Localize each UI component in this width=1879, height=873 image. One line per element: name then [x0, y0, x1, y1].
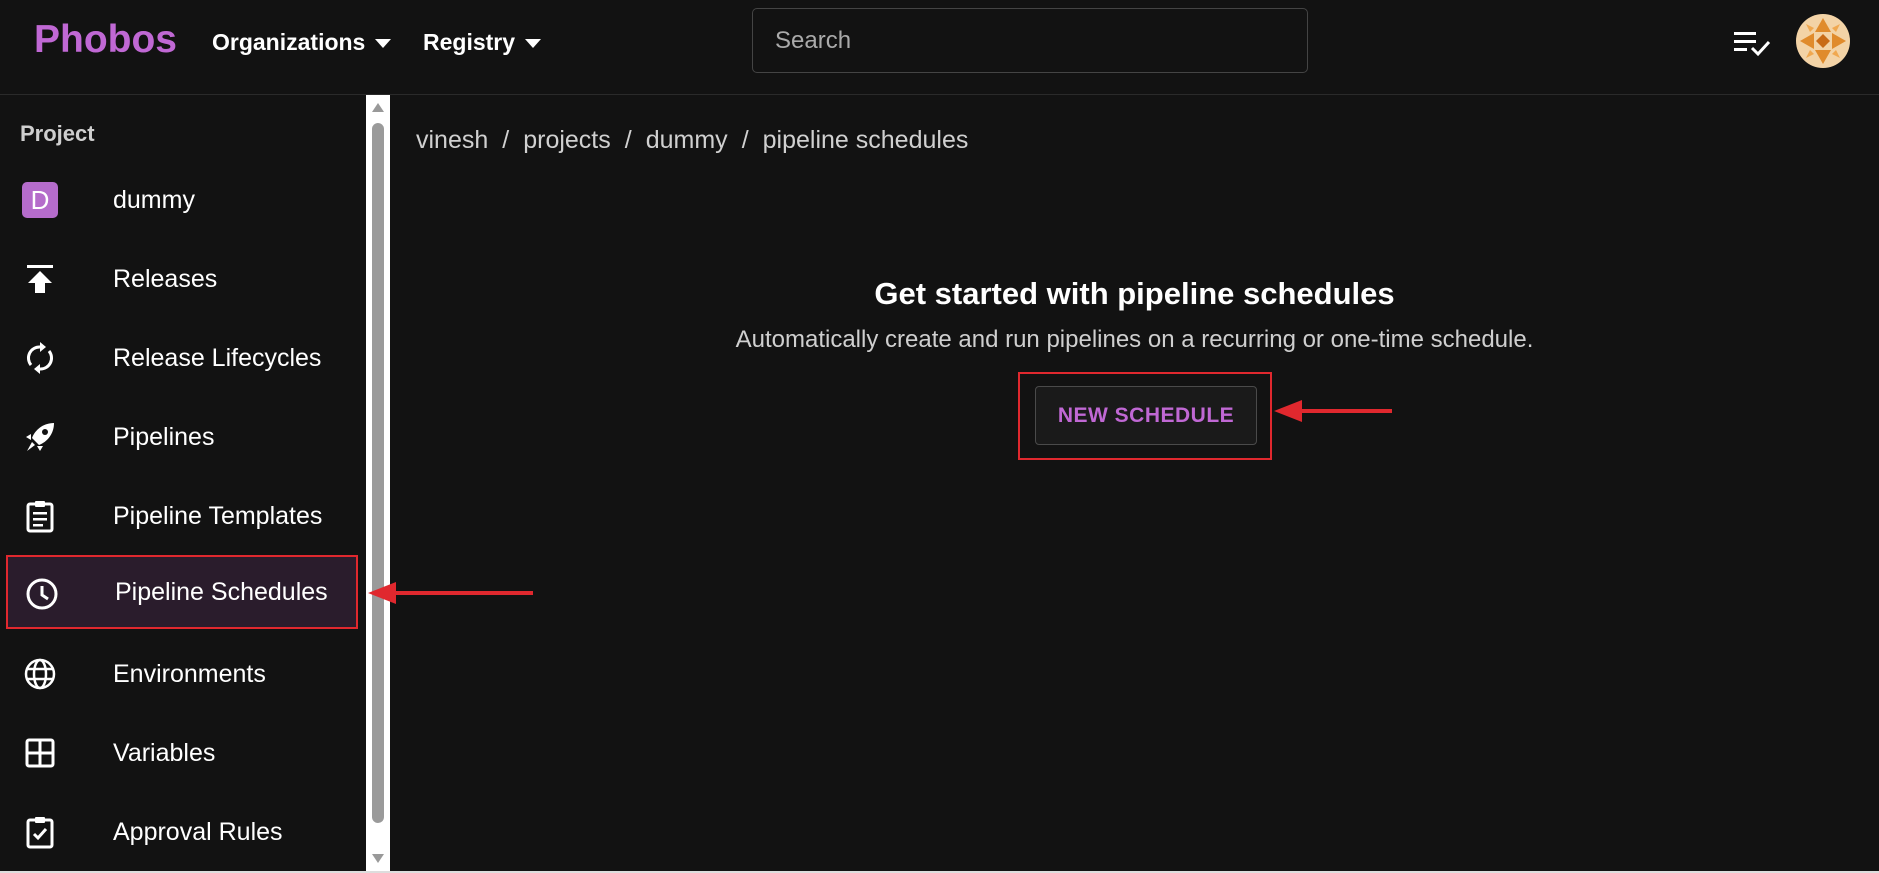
annotation-arrow-icon: [1274, 400, 1392, 422]
project-badge: D: [22, 182, 58, 218]
new-schedule-button[interactable]: NEW SCHEDULE: [1035, 386, 1257, 445]
breadcrumb-current: pipeline schedules: [762, 126, 969, 154]
sidebar-item-label: Variables: [113, 738, 216, 767]
sidebar-scrollbar[interactable]: [366, 95, 390, 873]
top-nav-bar: Phobos Organizations Registry: [0, 0, 1879, 95]
sidebar-item-releases[interactable]: Releases: [6, 242, 358, 316]
sidebar-item-pipelines[interactable]: Pipelines: [6, 400, 358, 474]
breadcrumb-separator: /: [502, 126, 510, 154]
empty-state-title: Get started with pipeline schedules: [874, 276, 1395, 311]
project-sidebar: Project D dummy Releases Release Lifecyc…: [0, 95, 366, 873]
sidebar-item-label: Releases: [113, 264, 218, 293]
sidebar-item-label: Release Lifecycles: [113, 343, 322, 372]
registry-menu[interactable]: Registry: [423, 28, 542, 56]
breadcrumb-item[interactable]: vinesh: [416, 126, 488, 155]
sidebar-item-label: Pipeline Templates: [113, 501, 323, 530]
rocket-icon: [22, 419, 58, 455]
breadcrumb-separator: /: [741, 126, 749, 154]
grid-icon: [22, 735, 58, 771]
clock-icon: [24, 576, 60, 612]
sidebar-item-label: Pipeline Schedules: [115, 577, 328, 606]
sidebar-item-label: Pipelines: [113, 422, 215, 451]
scroll-thumb[interactable]: [372, 123, 384, 823]
annotation-arrow-icon: [368, 582, 533, 604]
sidebar-item-environments[interactable]: Environments: [6, 637, 358, 711]
sidebar-item-pipeline-schedules[interactable]: Pipeline Schedules: [6, 555, 358, 629]
sidebar-item-variables[interactable]: Variables: [6, 716, 358, 790]
sidebar-section-label: Project: [20, 121, 95, 146]
breadcrumb-item[interactable]: dummy: [646, 126, 728, 155]
checklist-icon: [22, 814, 58, 850]
sidebar-item-project[interactable]: D dummy: [6, 163, 358, 237]
user-avatar[interactable]: [1796, 14, 1850, 68]
search-input[interactable]: [752, 8, 1308, 73]
sidebar-item-label: Approval Rules: [113, 817, 283, 846]
scroll-up-arrow-icon[interactable]: [372, 103, 384, 112]
globe-icon: [22, 656, 58, 692]
breadcrumb-separator: /: [624, 126, 632, 154]
sync-icon: [22, 340, 58, 376]
scroll-down-arrow-icon[interactable]: [372, 854, 384, 863]
breadcrumb: vinesh / projects / dummy / pipeline sch…: [416, 126, 968, 155]
upload-icon: [22, 261, 58, 297]
sidebar-item-release-lifecycles[interactable]: Release Lifecycles: [6, 321, 358, 395]
sidebar-item-label: Environments: [113, 659, 266, 688]
caret-down-icon: [525, 39, 542, 48]
sidebar-item-approval-rules[interactable]: Approval Rules: [6, 795, 358, 869]
sidebar-item-pipeline-templates[interactable]: Pipeline Templates: [6, 479, 358, 553]
organizations-menu[interactable]: Organizations: [212, 28, 392, 56]
task-list-icon[interactable]: [1732, 28, 1772, 58]
caret-down-icon: [375, 39, 392, 48]
breadcrumb-item[interactable]: projects: [523, 126, 611, 155]
organizations-menu-label: Organizations: [212, 28, 366, 55]
empty-state-description: Automatically create and run pipelines o…: [735, 326, 1534, 353]
brand-logo[interactable]: Phobos: [34, 18, 177, 62]
clipboard-icon: [22, 498, 58, 534]
registry-menu-label: Registry: [423, 28, 516, 55]
sidebar-item-label: dummy: [113, 185, 195, 214]
